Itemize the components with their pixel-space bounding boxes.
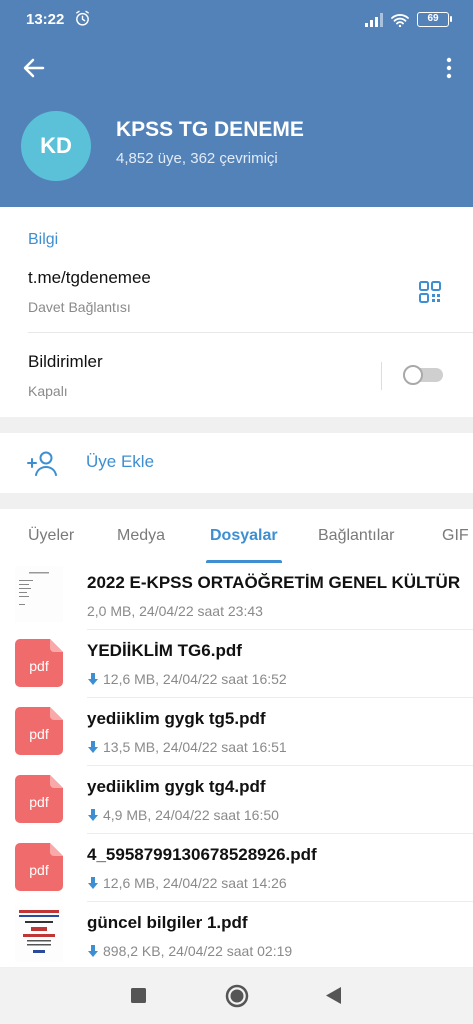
pdf-label: pdf [29,862,49,878]
group-member-count: 4,852 üye, 362 çevrimiçi [116,150,278,167]
add-member-button[interactable]: Üye Ekle [0,433,473,493]
invite-link-label: Davet Bağlantısı [28,299,131,315]
document-thumbnail [15,566,63,622]
wifi-icon [391,13,409,27]
tab-members[interactable]: Üyeler [28,527,74,545]
info-section: Bilgi t.me/tgdenemee Davet Bağlantısı Bi… [0,207,473,417]
divider [28,332,473,333]
file-name: yediiklim gygk tg5.pdf [87,709,266,728]
file-meta: 4,9 MB, 24/04/22 saat 16:50 [87,807,279,823]
tab-links[interactable]: Bağlantılar [318,527,395,545]
status-time: 13:22 [26,11,65,28]
system-nav-bar [0,968,473,1024]
chat-header: 13:22 69 KD KPSS TG DENEME 4,852 üye, 36… [0,0,473,207]
notifications-state: Kapalı [28,383,68,399]
file-meta: 12,6 MB, 24/04/22 saat 16:52 [87,671,287,687]
more-options-icon[interactable] [445,54,453,82]
pdf-file-icon: pdf [15,843,63,891]
add-user-icon [27,451,57,476]
group-name: KPSS TG DENEME [116,118,304,141]
pdf-label: pdf [29,726,49,742]
media-tabs: Üyeler Medya Dosyalar Bağlantılar GIF [0,509,473,563]
divider [381,362,382,390]
file-list: 2022 E-KPSS ORTAÖĞRETİM GENEL KÜLTÜR 2,0… [0,563,473,967]
file-item[interactable]: pdf 4_5958799130678528926.pdf 12,6 MB, 2… [0,835,473,902]
tab-gif[interactable]: GIF [442,527,469,545]
pdf-file-icon: pdf [15,707,63,755]
tab-files[interactable]: Dosyalar [210,527,278,545]
file-item[interactable]: pdf yediiklim gygk tg4.pdf 4,9 MB, 24/04… [0,767,473,834]
divider [87,629,473,630]
status-icons: 69 [365,12,452,27]
divider [87,833,473,834]
file-item[interactable]: pdf YEDİİKLİM TG6.pdf 12,6 MB, 24/04/22 … [0,631,473,698]
back-arrow-icon[interactable] [20,54,48,82]
add-member-label: Üye Ekle [86,452,155,471]
pdf-file-icon: pdf [15,639,63,687]
divider [87,765,473,766]
battery-icon: 69 [417,12,452,27]
signal-icon [365,12,383,27]
back-button[interactable] [326,987,342,1004]
home-button[interactable] [225,984,249,1008]
file-name: yediiklim gygk tg4.pdf [87,777,266,796]
file-item[interactable]: pdf yediiklim gygk tg5.pdf 13,5 MB, 24/0… [0,699,473,766]
recents-button[interactable] [131,988,146,1003]
download-icon [88,809,98,821]
file-meta: 12,6 MB, 24/04/22 saat 14:26 [87,875,287,891]
info-section-label: Bilgi [28,231,59,248]
group-avatar[interactable]: KD [21,111,91,181]
download-icon [88,877,98,889]
qr-code-icon[interactable] [418,280,442,304]
file-meta: 2,0 MB, 24/04/22 saat 23:43 [87,603,263,619]
pdf-file-icon: pdf [15,775,63,823]
pdf-label: pdf [29,658,49,674]
file-name: YEDİİKLİM TG6.pdf [87,641,242,660]
download-icon [88,673,98,685]
divider [87,901,473,902]
file-name: güncel bilgiler 1.pdf [87,913,248,932]
notifications-label: Bildirimler [28,352,103,371]
document-thumbnail [15,906,63,962]
alarm-icon [76,10,89,26]
file-item[interactable]: 2022 E-KPSS ORTAÖĞRETİM GENEL KÜLTÜR 2,0… [0,563,473,630]
tab-media[interactable]: Medya [117,527,165,545]
download-icon [88,741,98,753]
invite-link[interactable]: t.me/tgdenemee [28,268,151,288]
divider [87,697,473,698]
file-item[interactable]: güncel bilgiler 1.pdf 898,2 KB, 24/04/22… [0,903,473,967]
file-meta: 898,2 KB, 24/04/22 saat 02:19 [87,943,292,959]
file-meta: 13,5 MB, 24/04/22 saat 16:51 [87,739,287,755]
notifications-toggle[interactable] [402,365,444,385]
download-icon [88,945,98,957]
file-name: 4_5958799130678528926.pdf [87,845,317,864]
file-name: 2022 E-KPSS ORTAÖĞRETİM GENEL KÜLTÜR [87,573,461,592]
pdf-label: pdf [29,794,49,810]
status-bar: 13:22 69 [0,0,473,40]
